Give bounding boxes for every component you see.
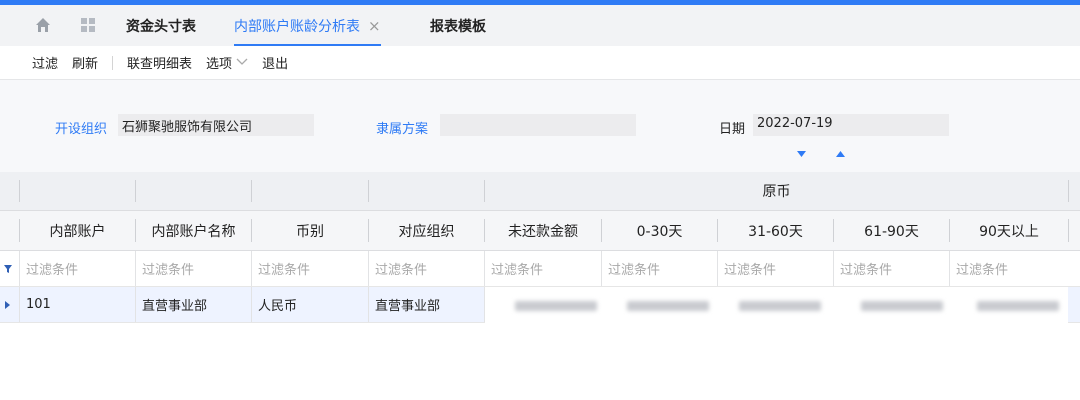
filter-input-org[interactable]: 过滤条件 <box>369 251 484 286</box>
collapse-down-icon[interactable] <box>797 150 806 160</box>
cell-org[interactable]: 直营事业部 <box>369 287 484 322</box>
column-divider <box>19 180 20 202</box>
toolbar-divider <box>112 55 114 70</box>
org-label: 开设组织 <box>55 122 108 137</box>
cell-unpaid-redacted <box>485 287 1068 323</box>
column-header-61-90[interactable]: 61-90天 <box>834 211 949 250</box>
cell-account[interactable]: 101 <box>20 287 135 322</box>
column-header-0-30[interactable]: 0-30天 <box>602 211 717 250</box>
column-header-currency[interactable]: 币别 <box>252 211 368 250</box>
filter-input-account-name[interactable]: 过滤条件 <box>136 251 251 286</box>
filter-input-currency[interactable]: 过滤条件 <box>252 251 368 286</box>
redacted-value <box>977 301 1059 311</box>
filter-input-account[interactable]: 过滤条件 <box>20 251 135 286</box>
tab-label: 报表模板 <box>430 18 486 35</box>
collapse-up-icon[interactable] <box>836 150 845 160</box>
redacted-value <box>627 301 709 311</box>
filter-funnel-icon[interactable] <box>4 251 16 286</box>
filter-input-31-60[interactable]: 过滤条件 <box>718 251 833 286</box>
toolbar: 过滤 刷新 联查明细表 选项 退出 <box>0 46 1080 80</box>
tab-bar: 资金头寸表 内部账户账龄分析表 × 报表模板 <box>0 5 1080 46</box>
tab-label: 资金头寸表 <box>126 18 196 35</box>
date-field[interactable]: 2022-07-19 <box>753 114 949 136</box>
drill-detail-button[interactable]: 联查明细表 <box>127 53 192 72</box>
filter-button[interactable]: 过滤 <box>32 53 58 72</box>
home-icon[interactable] <box>34 16 52 34</box>
row-pointer-icon <box>5 287 15 322</box>
redacted-value <box>861 301 943 311</box>
table-row[interactable]: 101 直营事业部 人民币 直营事业部 <box>0 287 1080 323</box>
scheme-label: 隶属方案 <box>376 122 429 137</box>
column-header-unpaid[interactable]: 未还款金额 <box>485 211 601 250</box>
column-divider <box>1068 180 1069 202</box>
cell-currency[interactable]: 人民币 <box>252 287 368 322</box>
column-divider <box>1068 219 1069 242</box>
column-header-org[interactable]: 对应组织 <box>369 211 484 250</box>
tab-cash-position[interactable]: 资金头寸表 <box>126 5 196 46</box>
filter-input-0-30[interactable]: 过滤条件 <box>602 251 717 286</box>
options-label: 选项 <box>206 57 233 72</box>
table-group-header-row: 原币 <box>0 172 1080 211</box>
scheme-field[interactable] <box>440 114 636 136</box>
column-divider <box>251 180 252 202</box>
filter-input-unpaid[interactable]: 过滤条件 <box>485 251 601 286</box>
column-header-account-name[interactable]: 内部账户名称 <box>136 211 251 250</box>
org-field[interactable]: 石狮聚驰服饰有限公司 <box>118 114 314 136</box>
column-divider <box>135 180 136 202</box>
column-header-over-90[interactable]: 90天以上 <box>950 211 1068 250</box>
table-filter-row: 过滤条件 过滤条件 过滤条件 过滤条件 过滤条件 过滤条件 过滤条件 过滤条件 … <box>0 251 1080 287</box>
cell-account-name[interactable]: 直营事业部 <box>136 287 251 322</box>
filter-input-61-90[interactable]: 过滤条件 <box>834 251 949 286</box>
tab-label: 内部账户账龄分析表 <box>234 18 360 35</box>
redacted-value <box>739 301 821 311</box>
chevron-down-icon <box>236 56 248 69</box>
column-header-account[interactable]: 内部账户 <box>20 211 135 250</box>
redacted-value <box>515 301 597 311</box>
apps-grid-icon[interactable] <box>79 16 97 34</box>
filter-panel: 开设组织 石狮聚驰服饰有限公司 隶属方案 日期 2022-07-19 <box>0 80 1080 172</box>
filter-input-over-90[interactable]: 过滤条件 <box>950 251 1068 286</box>
group-header-original-currency: 原币 <box>762 184 791 200</box>
close-icon[interactable]: × <box>368 17 381 35</box>
refresh-button[interactable]: 刷新 <box>72 53 98 72</box>
exit-button[interactable]: 退出 <box>262 53 288 72</box>
table-header-row: 内部账户 内部账户名称 币别 对应组织 未还款金额 0-30天 31-60天 6… <box>0 211 1080 251</box>
tab-account-aging[interactable]: 内部账户账龄分析表 × <box>234 5 381 46</box>
column-header-31-60[interactable]: 31-60天 <box>718 211 833 250</box>
tab-report-template[interactable]: 报表模板 <box>430 5 486 46</box>
column-divider <box>368 180 369 202</box>
options-dropdown[interactable]: 选项 <box>206 53 248 72</box>
date-label: 日期 <box>719 122 746 137</box>
